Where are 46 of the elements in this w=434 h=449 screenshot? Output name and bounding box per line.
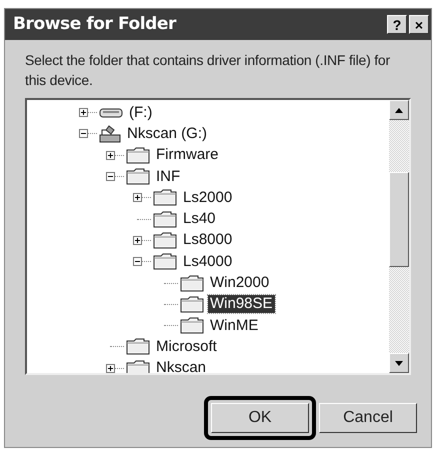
collapse-box-icon[interactable]: [79, 129, 88, 138]
scroll-thumb[interactable]: [389, 172, 409, 267]
folder-icon: [126, 338, 150, 356]
folder-icon: [153, 210, 177, 228]
ok-button[interactable]: OK: [211, 403, 309, 433]
folder-icon: [180, 317, 204, 334]
down-arrow-icon: [395, 360, 403, 366]
close-button[interactable]: ×: [409, 15, 429, 34]
expand-box-icon[interactable]: [133, 193, 142, 202]
expand-box-icon[interactable]: [106, 150, 115, 160]
folder-icon: [180, 296, 204, 313]
folder-icon: [126, 168, 150, 186]
shared-drive-icon: [99, 124, 121, 143]
help-button[interactable]: ?: [387, 15, 407, 34]
tree-item[interactable]: Ls4000: [181, 252, 234, 271]
tree-item[interactable]: Ls2000: [181, 188, 234, 207]
folder-icon: [126, 146, 150, 164]
tree-item[interactable]: Win2000: [208, 274, 272, 292]
folder-icon: [153, 253, 177, 270]
expand-box-icon[interactable]: [133, 236, 142, 245]
folder-icon: [153, 189, 177, 206]
instruction-text: Select the folder that contains driver information (.INF file) for this device.: [25, 51, 391, 90]
tree-item[interactable]: Nkscan (G:): [125, 124, 210, 143]
tree-item[interactable]: Ls8000: [181, 231, 234, 250]
tree-item[interactable]: Microsoft: [154, 338, 219, 356]
expand-box-icon[interactable]: [106, 364, 115, 373]
scrollbar[interactable]: [389, 100, 409, 373]
cancel-button[interactable]: Cancel: [319, 403, 417, 433]
folder-icon: [126, 360, 150, 373]
tree-item[interactable]: Firmware: [154, 146, 220, 164]
scroll-down-button[interactable]: [389, 353, 409, 373]
tree-item[interactable]: (F:): [127, 104, 154, 122]
up-arrow-icon: [395, 108, 403, 112]
tree-item[interactable]: Ls40: [181, 210, 218, 228]
collapse-box-icon[interactable]: [106, 172, 115, 182]
folder-icon: [180, 274, 204, 292]
tree-item[interactable]: WinME: [208, 316, 260, 335]
window-title: Browse for Folder: [13, 12, 176, 36]
folder-icon: [153, 232, 177, 249]
collapse-box-icon[interactable]: [133, 257, 142, 266]
tree-item[interactable]: Nkscan: [154, 359, 208, 373]
tree-item[interactable]: Win98SE: [208, 295, 275, 314]
drive-icon: [99, 106, 123, 119]
tree-item[interactable]: INF: [154, 168, 182, 186]
expand-box-icon[interactable]: [79, 108, 88, 118]
scroll-up-button[interactable]: [389, 100, 409, 120]
